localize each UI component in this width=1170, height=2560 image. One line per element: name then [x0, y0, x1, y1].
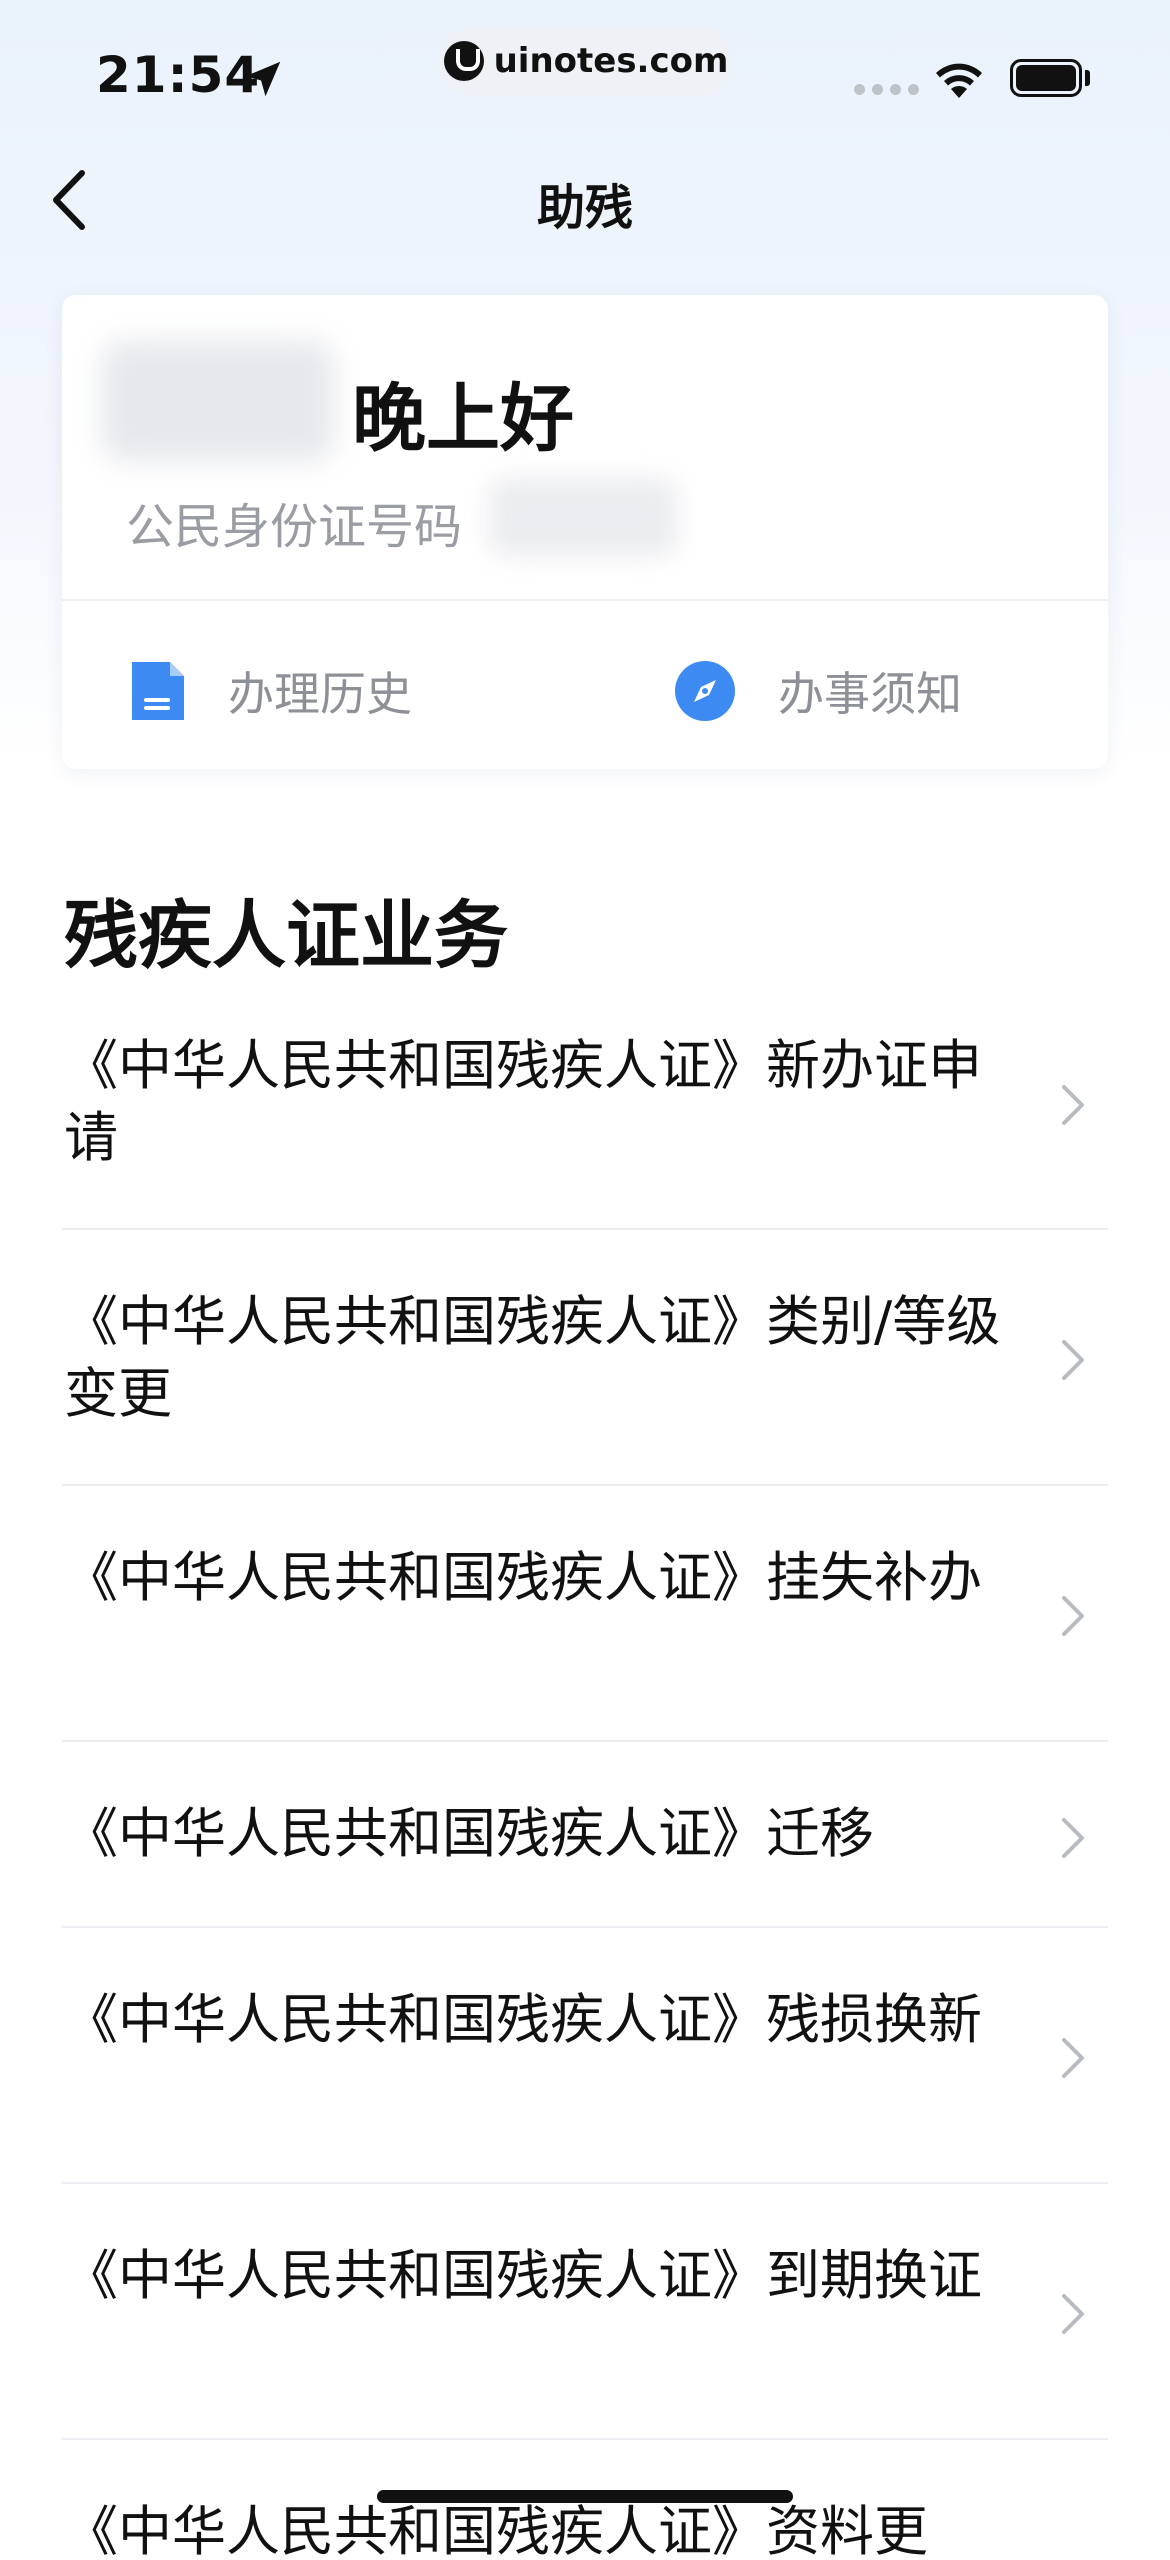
status-bar: 21:54 uinotes.com — [0, 0, 1170, 140]
service-item-label: 《中华人民共和国残疾人证》挂失补办 — [64, 1546, 982, 1609]
service-item-label: 《中华人民共和国残疾人证》新办证申请 — [64, 1034, 982, 1169]
page-title: 助残 — [536, 180, 633, 236]
service-item-category-change[interactable]: 《中华人民共和国残疾人证》类别/等级变更 — [62, 1230, 1108, 1486]
compass-icon — [675, 661, 735, 721]
notice-button[interactable]: 办事须知 — [674, 651, 962, 731]
card-divider — [62, 599, 1108, 601]
service-item-expiry-renewal[interactable]: 《中华人民共和国残疾人证》到期换证 — [62, 2184, 1108, 2440]
url-text: uinotes.com — [493, 41, 729, 81]
chevron-right-icon — [1062, 2038, 1084, 2078]
service-list: 《中华人民共和国残疾人证》新办证申请 《中华人民共和国残疾人证》类别/等级变更 … — [62, 1000, 1108, 2560]
id-number-value — [488, 477, 678, 557]
home-indicator — [377, 2490, 793, 2503]
wifi-icon — [936, 63, 982, 98]
service-item-reissue[interactable]: 《中华人民共和国残疾人证》挂失补办 — [62, 1486, 1108, 1742]
status-time: 21:54 — [96, 46, 261, 104]
id-number-label: 公民身份证号码 — [126, 499, 463, 555]
service-item-label: 《中华人民共和国残疾人证》迁移 — [64, 1802, 874, 1865]
service-item-label: 《中华人民共和国残疾人证》资料更 — [64, 2500, 928, 2560]
profile-card: 晚上好 公民身份证号码 办理历史 办事须知 — [62, 295, 1108, 769]
avatar — [102, 341, 334, 461]
service-item-transfer[interactable]: 《中华人民共和国残疾人证》迁移 — [62, 1742, 1108, 1928]
history-button[interactable]: 办理历史 — [130, 651, 412, 731]
service-item-new[interactable]: 《中华人民共和国残疾人证》新办证申请 — [62, 1000, 1108, 1230]
document-icon — [132, 662, 184, 720]
notice-label: 办事须知 — [778, 667, 962, 721]
chevron-right-icon — [1062, 1085, 1084, 1125]
service-item-label: 《中华人民共和国残疾人证》残损换新 — [64, 1988, 982, 2051]
service-item-label: 《中华人民共和国残疾人证》类别/等级变更 — [64, 1290, 1001, 1425]
cellular-signal-icon — [854, 84, 919, 95]
service-item-label: 《中华人民共和国残疾人证》到期换证 — [64, 2244, 982, 2307]
url-pill[interactable]: uinotes.com — [440, 26, 732, 96]
chevron-right-icon — [1062, 1340, 1084, 1380]
site-logo-icon — [443, 41, 484, 81]
service-item-damage-replace[interactable]: 《中华人民共和国残疾人证》残损换新 — [62, 1928, 1108, 2184]
chevron-right-icon — [1062, 1596, 1084, 1636]
chevron-right-icon — [1062, 2294, 1084, 2334]
section-title: 残疾人证业务 — [64, 893, 508, 979]
battery-icon — [1010, 59, 1082, 97]
history-label: 办理历史 — [228, 667, 412, 721]
chevron-right-icon — [1062, 1818, 1084, 1858]
location-arrow-icon — [245, 61, 281, 97]
greeting-text: 晚上好 — [352, 376, 574, 462]
battery-tip — [1085, 70, 1090, 86]
